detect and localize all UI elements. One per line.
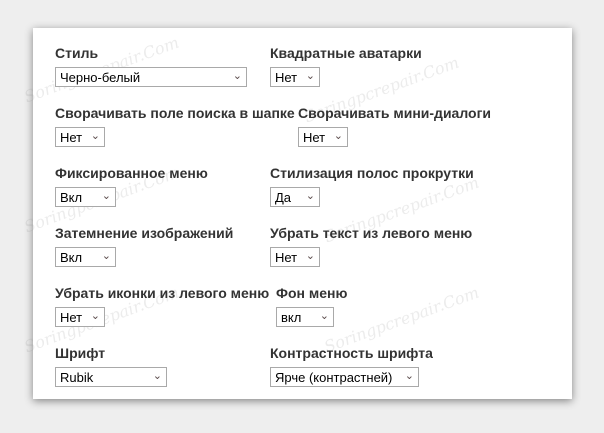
dim-images-label: Затемнение изображений [55, 225, 234, 241]
chevron-down-icon: ⌄ [90, 130, 100, 142]
chevron-down-icon: ⌄ [404, 370, 414, 382]
select-value: Нет [303, 130, 326, 145]
font-contrast-label: Контрастность шрифта [270, 345, 433, 361]
square-avatars-label: Квадратные аватарки [270, 45, 422, 61]
select-value: Rubik [60, 370, 94, 385]
hide-menu-icons-label: Убрать иконки из левого меню [55, 285, 270, 301]
select-value: Вкл [60, 190, 83, 205]
chevron-down-icon: ⌄ [305, 190, 315, 202]
scrollbar-style-select[interactable]: Да ⌄ [270, 187, 320, 207]
chevron-down-icon: ⌄ [152, 370, 162, 382]
chevron-down-icon: ⌄ [101, 190, 111, 202]
select-value: Ярче (контрастней) [275, 370, 393, 385]
select-value: Нет [275, 70, 298, 85]
collapse-dialogs-label: Сворачивать мини-диалоги [298, 105, 492, 121]
font-label: Шрифт [55, 345, 106, 361]
chevron-down-icon: ⌄ [305, 250, 315, 262]
font-contrast-select[interactable]: Ярче (контрастней) ⌄ [270, 367, 419, 387]
chevron-down-icon: ⌄ [101, 250, 111, 262]
chevron-down-icon: ⌄ [232, 70, 242, 82]
chevron-down-icon: ⌄ [319, 310, 329, 322]
select-value: Нет [60, 310, 83, 325]
dim-images-select[interactable]: Вкл ⌄ [55, 247, 116, 267]
select-value: Нет [60, 130, 83, 145]
fixed-menu-select[interactable]: Вкл ⌄ [55, 187, 116, 207]
scrollbar-style-label: Стилизация полос прокрутки [270, 165, 474, 181]
hide-menu-text-select[interactable]: Нет ⌄ [270, 247, 320, 267]
collapse-search-label: Сворачивать поле поиска в шапке [55, 105, 295, 121]
select-value: вкл [281, 310, 302, 325]
fixed-menu-label: Фиксированное меню [55, 165, 208, 181]
hide-menu-text-label: Убрать текст из левого меню [270, 225, 473, 241]
style-label: Стиль [55, 45, 99, 61]
menu-background-select[interactable]: вкл ⌄ [276, 307, 334, 327]
chevron-down-icon: ⌄ [305, 70, 315, 82]
select-value: Нет [275, 250, 298, 265]
menu-background-label: Фон меню [276, 285, 348, 301]
select-value: Вкл [60, 250, 83, 265]
style-select[interactable]: Черно-белый ⌄ [55, 67, 247, 87]
chevron-down-icon: ⌄ [90, 310, 100, 322]
collapse-search-select[interactable]: Нет ⌄ [55, 127, 105, 147]
square-avatars-select[interactable]: Нет ⌄ [270, 67, 320, 87]
collapse-dialogs-select[interactable]: Нет ⌄ [298, 127, 348, 147]
select-value: Черно-белый [60, 70, 141, 85]
select-value: Да [275, 190, 292, 205]
font-select[interactable]: Rubik ⌄ [55, 367, 167, 387]
hide-menu-icons-select[interactable]: Нет ⌄ [55, 307, 105, 327]
chevron-down-icon: ⌄ [333, 130, 343, 142]
